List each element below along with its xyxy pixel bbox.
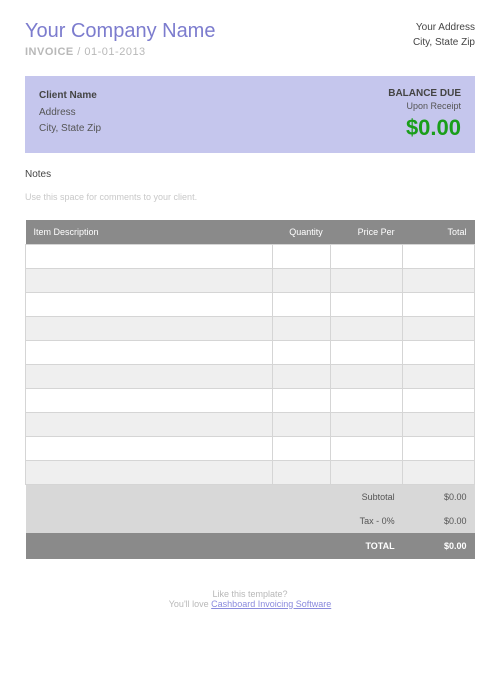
table-row bbox=[26, 389, 475, 413]
table-row bbox=[26, 365, 475, 389]
client-city-state-zip: City, State Zip bbox=[39, 121, 101, 137]
your-address: Your Address bbox=[413, 20, 475, 35]
cashboard-link[interactable]: Cashboard Invoicing Software bbox=[211, 599, 331, 609]
invoice-date: 01-01-2013 bbox=[84, 46, 145, 58]
client-address: Address bbox=[39, 105, 101, 121]
your-city-state-zip: City, State Zip bbox=[413, 35, 475, 50]
line-items-table: Item Description Quantity Price Per Tota… bbox=[25, 220, 475, 559]
table-row bbox=[26, 413, 475, 437]
table-row bbox=[26, 269, 475, 293]
balance-amount: $0.00 bbox=[388, 115, 461, 141]
tax-label: Tax - 0% bbox=[331, 509, 403, 533]
company-name: Your Company Name bbox=[25, 20, 215, 43]
col-total: Total bbox=[403, 220, 475, 245]
invoice-sep: / bbox=[74, 46, 85, 58]
invoice-date-line: INVOICE / 01-01-2013 bbox=[25, 46, 215, 58]
table-row bbox=[26, 461, 475, 485]
client-name: Client Name bbox=[39, 88, 101, 104]
table-row bbox=[26, 317, 475, 341]
table-row bbox=[26, 245, 475, 269]
total-label: TOTAL bbox=[331, 533, 403, 559]
subtotal-label: Subtotal bbox=[331, 485, 403, 509]
footer-tagline: Like this template? bbox=[25, 589, 475, 599]
notes-placeholder: Use this space for comments to your clie… bbox=[25, 192, 475, 202]
total-value: $0.00 bbox=[403, 533, 475, 559]
col-item-description: Item Description bbox=[26, 220, 273, 245]
subtotal-value: $0.00 bbox=[403, 485, 475, 509]
balance-due-label: BALANCE DUE bbox=[388, 88, 461, 99]
tax-row: Tax - 0% $0.00 bbox=[26, 509, 475, 533]
table-row bbox=[26, 437, 475, 461]
col-quantity: Quantity bbox=[272, 220, 330, 245]
table-row bbox=[26, 341, 475, 365]
col-price-per: Price Per bbox=[331, 220, 403, 245]
notes-heading: Notes bbox=[25, 169, 475, 180]
tax-value: $0.00 bbox=[403, 509, 475, 533]
payment-terms: Upon Receipt bbox=[388, 101, 461, 111]
invoice-label: INVOICE bbox=[25, 46, 74, 58]
footer-text: You'll love bbox=[169, 599, 211, 609]
total-row: TOTAL $0.00 bbox=[26, 533, 475, 559]
subtotal-row: Subtotal $0.00 bbox=[26, 485, 475, 509]
client-balance-panel: Client Name Address City, State Zip BALA… bbox=[25, 76, 475, 153]
table-row bbox=[26, 293, 475, 317]
